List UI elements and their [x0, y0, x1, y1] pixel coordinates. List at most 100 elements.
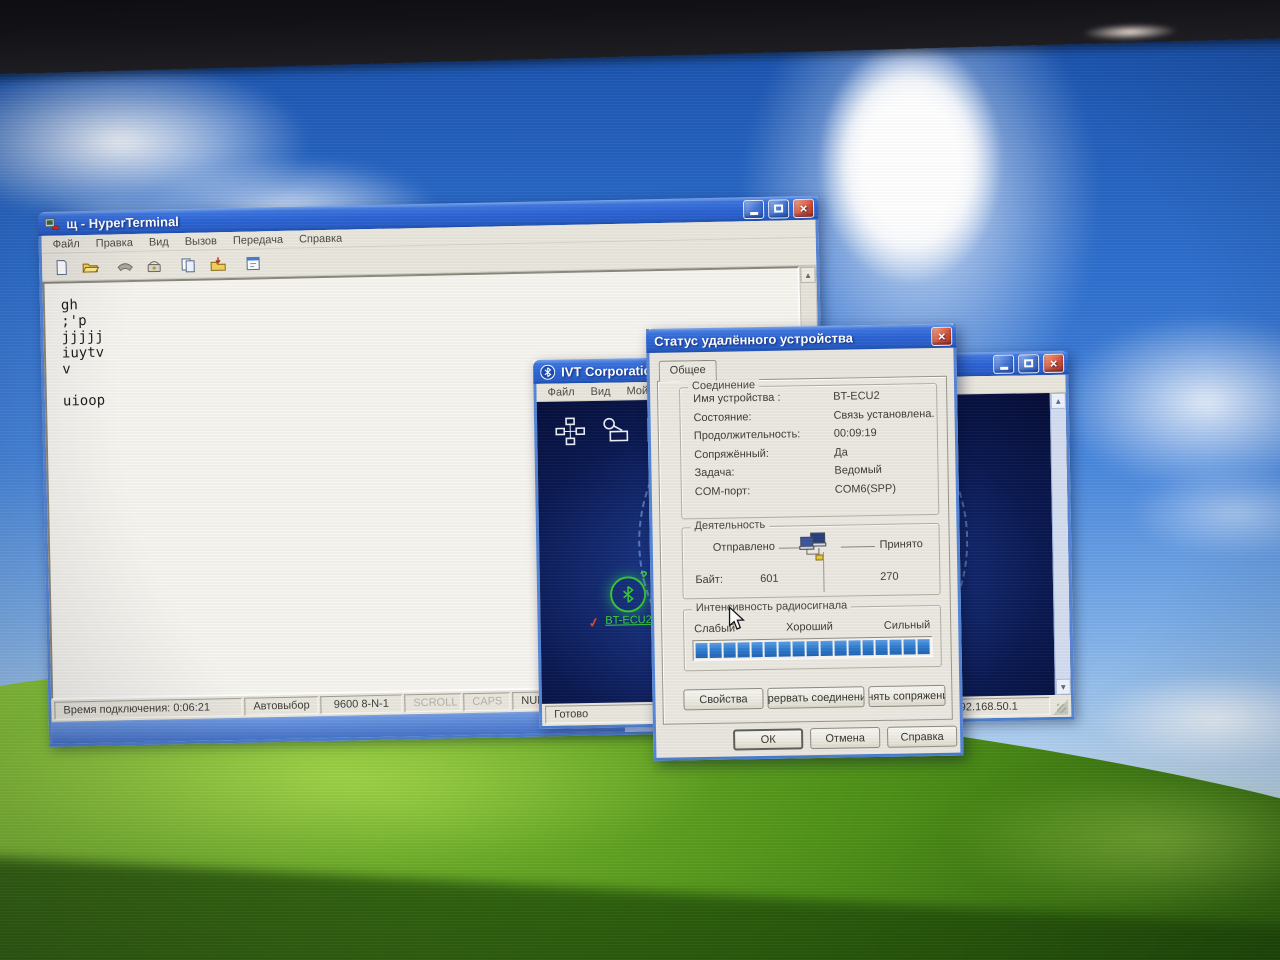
row-label: Состояние:: [693, 409, 833, 425]
bluetooth-device-icon[interactable]: [610, 576, 647, 613]
connection-group: Соединение Имя устройства :BT-ECU2 Состо…: [679, 383, 939, 519]
close-button[interactable]: ×: [931, 326, 952, 345]
signal-segment: [765, 642, 777, 657]
hangup-icon[interactable]: [115, 255, 135, 275]
signal-segment: [890, 640, 902, 655]
signal-segment: [862, 640, 874, 655]
help-button[interactable]: Справка: [887, 726, 957, 748]
hyperterminal-app-icon: [42, 213, 62, 233]
monitor-screen: щ - HyperTerminal × ФайлПравкаВидВызовПе…: [0, 0, 1280, 960]
activity-legend: Деятельность: [690, 519, 769, 532]
maximize-button[interactable]: [1018, 354, 1039, 373]
cancel-button[interactable]: Отмена: [810, 727, 880, 749]
row-value: COM6(SPP): [835, 481, 938, 496]
signal-segment: [709, 643, 721, 658]
receive-file-icon[interactable]: [208, 254, 228, 274]
info-row: Задача:Ведомый: [694, 463, 937, 481]
row-label: Задача:: [694, 465, 834, 481]
unpair-button[interactable]: Снять сопряжение: [868, 685, 945, 707]
bytes-received-value: 270: [867, 570, 911, 583]
signal-segment: [834, 641, 846, 656]
bytes-label: Байт:: [695, 574, 723, 586]
signal-segment: [723, 642, 735, 657]
connector-line: [779, 547, 801, 548]
device-status-dialog: Статус удалённого устройства × Общее Сое…: [646, 324, 963, 761]
computers-transfer-icon: [799, 532, 834, 568]
info-row: COM-порт:COM6(SPP): [695, 481, 938, 499]
ok-button[interactable]: ОК: [733, 728, 803, 750]
cloud: [1056, 315, 1280, 490]
disconnect-button[interactable]: Прервать соединение: [767, 686, 864, 709]
signal-good-label: Хороший: [786, 621, 833, 634]
tab-general[interactable]: Общее: [659, 360, 717, 382]
menu-item[interactable]: Передача: [225, 233, 291, 246]
row-label: Имя устройства :: [693, 391, 833, 407]
scroll-up-icon[interactable]: ▲: [800, 267, 815, 283]
activity-group: Деятельность Отправлено Принято Байт: 60…: [681, 523, 940, 599]
dialog-title: Статус удалённого устройства: [650, 329, 927, 349]
menu-item[interactable]: Файл: [539, 386, 582, 399]
menu-item[interactable]: Правка: [88, 236, 141, 249]
signal-segment: [904, 639, 916, 654]
row-value: 00:09:19: [834, 426, 937, 441]
signal-legend: Интенсивность радиосигнала: [692, 599, 852, 614]
close-button[interactable]: ×: [1043, 353, 1064, 372]
status-connection-time: Время подключения: 0:06:21: [54, 698, 242, 720]
scroll-down-icon[interactable]: ▼: [1056, 679, 1071, 695]
signal-segment: [695, 643, 707, 658]
sent-label: Отправлено: [713, 541, 775, 554]
connector-line: [841, 546, 875, 548]
status-baud: 9600 8-N-1: [320, 694, 402, 714]
dialog-footer: ОК Отмена Справка: [656, 726, 960, 752]
dialup-service-icon[interactable]: [601, 416, 632, 450]
info-row: Сопряжённый:Да: [694, 444, 937, 462]
signal-segment: [793, 641, 805, 656]
dialog-action-buttons: Свойства Прервать соединение Снять сопря…: [683, 685, 945, 711]
grass-highlight: [950, 770, 1280, 910]
minimize-button[interactable]: [993, 354, 1014, 373]
signal-segment: [876, 640, 888, 655]
signal-bar: [692, 636, 932, 661]
minimize-button[interactable]: [743, 199, 764, 218]
status-scroll: SCROLL: [404, 693, 461, 712]
signal-segment: [917, 639, 929, 654]
properties-icon[interactable]: [243, 253, 263, 273]
sun-glare: [818, 40, 1003, 285]
menu-item[interactable]: Вид: [583, 385, 619, 398]
signal-strong-label: Сильный: [884, 619, 931, 632]
properties-button[interactable]: Свойства: [683, 688, 763, 710]
service-icon-row: [555, 416, 661, 451]
bluesoleil-scrollbar[interactable]: ▲ ▼: [1050, 393, 1071, 695]
close-button[interactable]: ×: [793, 198, 814, 217]
signal-segment: [848, 640, 860, 655]
call-icon[interactable]: [144, 255, 164, 275]
info-row: Состояние:Связь установлена.: [693, 407, 936, 425]
send-file-icon[interactable]: [179, 254, 199, 274]
signal-segment: [779, 642, 791, 657]
bluetooth-icon: [537, 362, 557, 382]
dialog-titlebar[interactable]: Статус удалённого устройства ×: [646, 324, 956, 353]
signal-segment: [806, 641, 818, 656]
tab-panel: Соединение Имя устройства :BT-ECU2 Состо…: [657, 376, 953, 725]
cloud: [1092, 672, 1280, 767]
row-label: Сопряжённый:: [694, 446, 834, 462]
scroll-up-icon[interactable]: ▲: [1051, 393, 1066, 409]
new-connection-icon[interactable]: [51, 257, 71, 277]
row-value: BT-ECU2: [833, 389, 936, 404]
menu-item[interactable]: Вызов: [177, 235, 225, 248]
network-service-icon[interactable]: [555, 417, 586, 451]
row-label: Продолжительность:: [694, 428, 834, 444]
status-caps: CAPS: [463, 692, 510, 711]
menu-item[interactable]: Справка: [291, 232, 350, 245]
signal-segment: [751, 642, 763, 657]
menu-item[interactable]: Вид: [141, 236, 177, 249]
signal-segment: [737, 642, 749, 657]
maximize-button[interactable]: [768, 199, 789, 218]
row-value: Ведомый: [834, 463, 937, 478]
open-icon[interactable]: [80, 256, 100, 276]
device-label[interactable]: BT-ECU2: [598, 614, 658, 627]
menu-item[interactable]: Файл: [45, 237, 88, 250]
row-value: Да: [834, 444, 937, 459]
resize-grip[interactable]: [1052, 697, 1068, 715]
row-value: Связь установлена.: [833, 407, 936, 422]
